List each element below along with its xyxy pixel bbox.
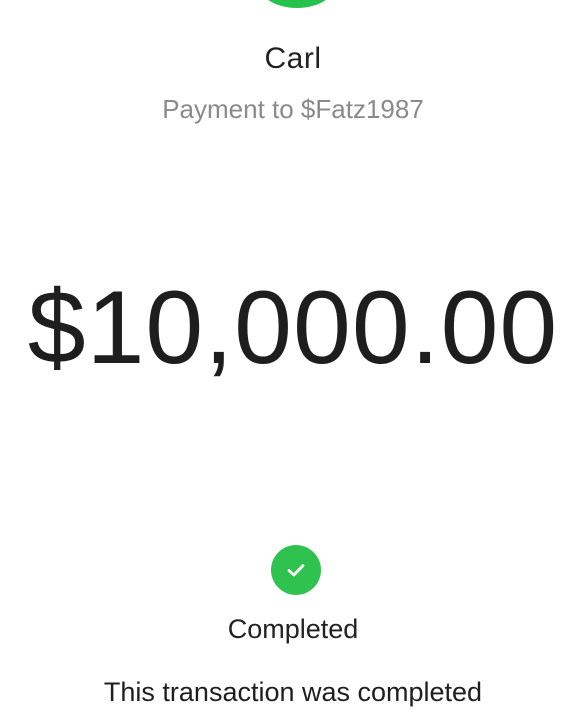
payment-receipt-screen: Carl Payment to $Fatz1987 $10,000.00 Com… [0, 0, 586, 712]
check-circle-icon [271, 545, 321, 595]
check-mark-icon [287, 564, 305, 577]
payment-amount: $10,000.00 [27, 270, 559, 386]
payment-status-description: This transaction was completed [103, 677, 483, 707]
payment-recipient-handle: Payment to $Fatz1987 [162, 94, 424, 124]
payment-status-label: Completed [227, 614, 359, 644]
recipient-name: Carl [264, 42, 322, 75]
recipient-avatar [257, 0, 337, 8]
